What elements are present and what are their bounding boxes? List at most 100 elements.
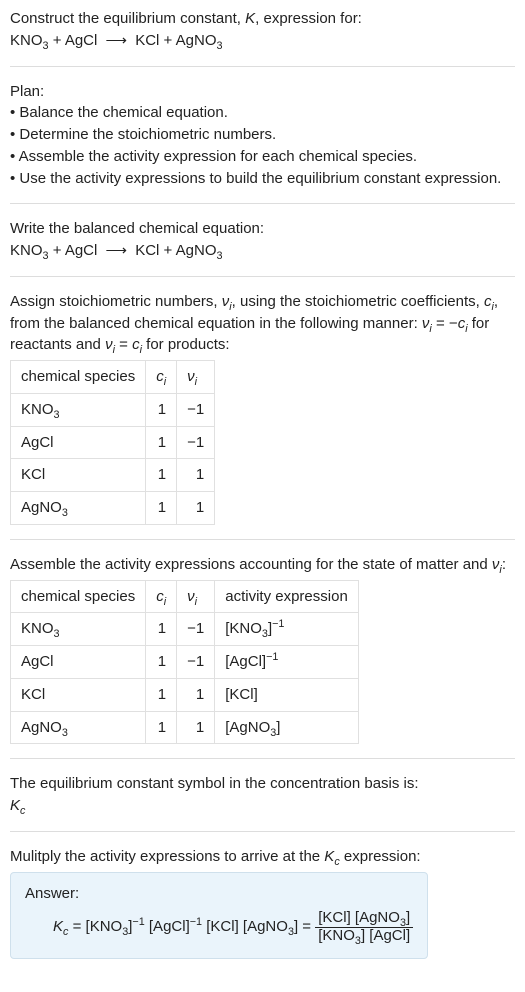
term-kno3: [KNO (86, 918, 123, 935)
cell-species: AgCl (11, 426, 146, 459)
term-agcl: [AgCl] (149, 918, 190, 935)
cell-nu: −1 (177, 646, 215, 679)
rule-c2: c (132, 336, 140, 353)
plan-title: Plan: (10, 81, 515, 103)
cell-species: KNO3 (11, 613, 146, 646)
species-sub: 3 (54, 409, 60, 421)
act-base: [AgCl] (225, 653, 266, 670)
exp: −1 (132, 916, 144, 928)
divider (10, 831, 515, 832)
table-row: AgNO3 1 1 [AgNO3] (11, 711, 359, 744)
rule-eq2: = (115, 336, 132, 353)
den-kno3: [KNO (318, 927, 355, 944)
num-kcl: [KCl] (318, 909, 351, 926)
assign-t5: for products: (142, 336, 230, 353)
col-species: chemical species (11, 361, 146, 394)
cell-activity: [AgCl]−1 (215, 646, 359, 679)
term-agno3: [AgNO (243, 918, 288, 935)
multiply-b: expression: (340, 848, 421, 865)
answer-equation: Kc = [KNO3]−1 [AgCl]−1 [KCl] [AgNO3] = [… (25, 910, 413, 944)
col-c: ci (146, 361, 177, 394)
cell-activity: [AgNO3] (215, 711, 359, 744)
multiply-a: Mulitply the activity expressions to arr… (10, 848, 324, 865)
nu-hdr-sub: i (195, 596, 197, 608)
cell-species: AgNO3 (11, 711, 146, 744)
nu-hdr-sub: i (195, 376, 197, 388)
cell-activity: [KCl] (215, 678, 359, 711)
eq: = (68, 918, 85, 935)
target-equation: KNO3 + AgCl ⟶ KCl + AgNO3 (10, 30, 515, 52)
assign-t2: , using the stoichiometric coefficients, (232, 293, 484, 310)
species-name: AgNO (21, 499, 62, 516)
fraction-numerator: [KCl] [AgNO3] (315, 910, 413, 928)
multiply-intro: Mulitply the activity expressions to arr… (10, 846, 515, 868)
act-exp: −1 (272, 618, 284, 630)
cell-nu: −1 (177, 613, 215, 646)
assemble-intro: Assemble the activity expressions accoun… (10, 554, 515, 576)
product-2-sub: 3 (217, 250, 223, 262)
fraction-denominator: [KNO3] [AgCl] (315, 928, 413, 945)
product-2: AgNO (176, 242, 217, 259)
arrow-icon: ⟶ (102, 30, 132, 52)
act-exp: −1 (266, 651, 278, 663)
cell-activity: [KNO3]−1 (215, 613, 359, 646)
act-base: [AgNO (225, 719, 270, 736)
cell-species: KNO3 (11, 393, 146, 426)
plus-2: + (159, 242, 175, 259)
nu-hdr: ν (187, 588, 195, 605)
kc-symbol: Kc (10, 795, 515, 817)
product-2: AgNO (176, 32, 217, 49)
table-header-row: chemical species ci νi activity expressi… (11, 580, 359, 613)
plan-bullet-4: • Use the activity expressions to build … (10, 168, 515, 190)
K: K (10, 797, 20, 814)
K: K (324, 848, 334, 865)
assign-paragraph: Assign stoichiometric numbers, νi, using… (10, 291, 515, 356)
stoichiometry-table: chemical species ci νi KNO3 1 −1 AgCl 1 … (10, 360, 215, 525)
reactant-1: KNO (10, 242, 43, 259)
cell-species: AgNO3 (11, 492, 146, 525)
arrow-icon: ⟶ (102, 240, 132, 262)
cell-c: 1 (146, 613, 177, 646)
col-c: ci (146, 580, 177, 613)
product-1: KCl (135, 242, 159, 259)
header-text-1: Construct the equilibrium constant, (10, 10, 245, 27)
reactant-2: AgCl (65, 242, 98, 259)
reactant-2: AgCl (65, 32, 98, 49)
fraction: [KCl] [AgNO3][KNO3] [AgCl] (315, 910, 413, 944)
kc-basis-line: The equilibrium constant symbol in the c… (10, 773, 515, 795)
balanced-equation: KNO3 + AgCl ⟶ KCl + AgNO3 (10, 240, 515, 262)
c-hdr-sub: i (164, 596, 166, 608)
rule-eq: = − (432, 315, 458, 332)
rule-nu2: ν (105, 336, 113, 353)
cell-species: KCl (11, 678, 146, 711)
K-sub: c (20, 805, 25, 817)
divider (10, 539, 515, 540)
reactant-1: KNO (10, 32, 43, 49)
cell-c: 1 (146, 459, 177, 492)
cell-c: 1 (146, 393, 177, 426)
col-nu: νi (177, 361, 215, 394)
col-species: chemical species (11, 580, 146, 613)
plus-1: + (49, 32, 65, 49)
table-row: KNO3 1 −1 (11, 393, 215, 426)
plus-1: + (49, 242, 65, 259)
table-row: KNO3 1 −1 [KNO3]−1 (11, 613, 359, 646)
cell-nu: 1 (177, 459, 215, 492)
plan-bullet-1: • Balance the chemical equation. (10, 102, 515, 124)
species-sub: 3 (62, 727, 68, 739)
species-name: KNO (21, 401, 54, 418)
header-K: K (245, 10, 255, 27)
species-name: KNO (21, 620, 54, 637)
header-text-2: , expression for: (255, 10, 362, 27)
header-block: Construct the equilibrium constant, K, e… (10, 8, 515, 30)
table-header-row: chemical species ci νi (11, 361, 215, 394)
cell-nu: −1 (177, 393, 215, 426)
table-row: KCl 1 1 [KCl] (11, 678, 359, 711)
divider (10, 66, 515, 67)
table-row: AgNO3 1 1 (11, 492, 215, 525)
divider (10, 276, 515, 277)
product-1: KCl (135, 32, 159, 49)
cell-species: AgCl (11, 646, 146, 679)
plan-bullet-3: • Assemble the activity expression for e… (10, 146, 515, 168)
c-hdr: c (156, 588, 164, 605)
